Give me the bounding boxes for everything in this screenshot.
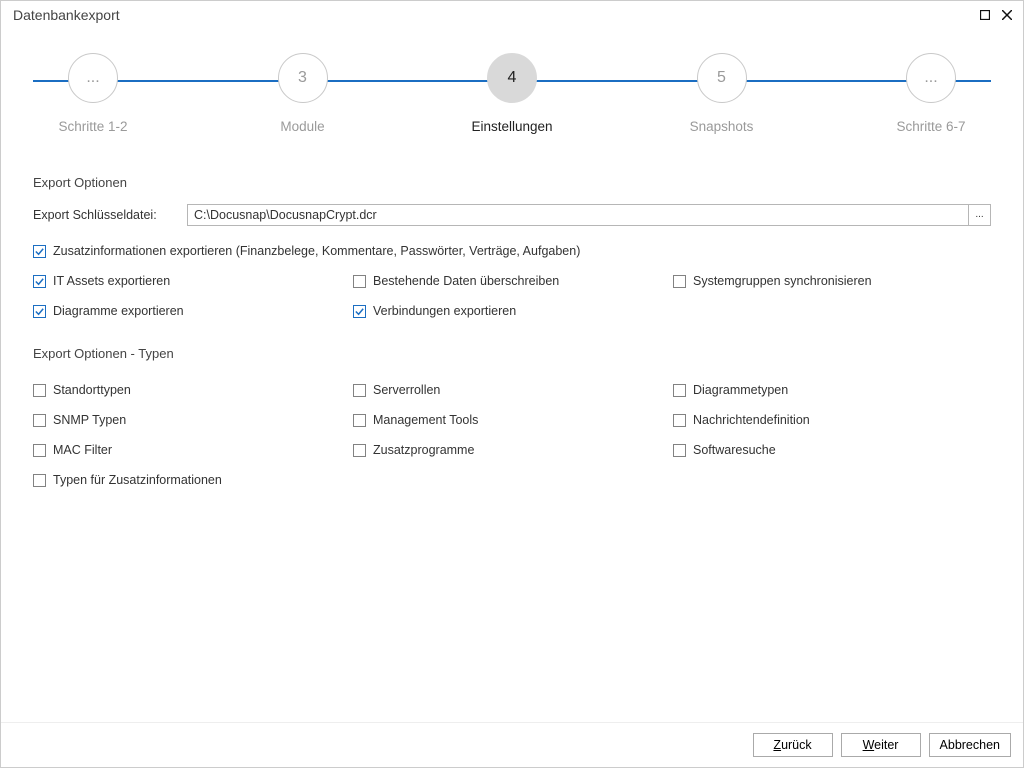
checkbox-softwaresuche[interactable]: Softwaresuche — [673, 443, 993, 457]
keyfile-label: Export Schlüsseldatei: — [33, 208, 187, 222]
step-module[interactable]: 3 Module — [243, 53, 363, 134]
checkbox-mac-filter[interactable]: MAC Filter — [33, 443, 353, 457]
keyfile-browse-button[interactable]: ... — [969, 204, 991, 226]
checkbox-nachrichtendefinition[interactable]: Nachrichtendefinition — [673, 413, 993, 427]
next-button[interactable]: Weiter — [841, 733, 921, 757]
step-6-7[interactable]: ... Schritte 6-7 — [871, 53, 991, 134]
maximize-icon[interactable] — [977, 7, 993, 23]
close-icon[interactable] — [999, 7, 1015, 23]
section-export-typen: Export Optionen - Typen — [33, 346, 991, 361]
wizard-stepper: ... Schritte 1-2 3 Module 4 Einstellunge… — [33, 53, 991, 153]
step-einstellungen[interactable]: 4 Einstellungen — [452, 53, 572, 134]
checkbox-zusatzprogramme[interactable]: Zusatzprogramme — [353, 443, 673, 457]
checkbox-management-tools[interactable]: Management Tools — [353, 413, 673, 427]
cancel-button[interactable]: Abbrechen — [929, 733, 1011, 757]
checkbox-snmp-typen[interactable]: SNMP Typen — [33, 413, 353, 427]
keyfile-input[interactable] — [187, 204, 969, 226]
checkbox-diagrammetypen[interactable]: Diagrammetypen — [673, 383, 993, 397]
checkbox-standorttypen[interactable]: Standorttypen — [33, 383, 353, 397]
checkbox-bestehende-daten[interactable]: Bestehende Daten überschreiben — [353, 274, 673, 288]
checkbox-zusatzinfo-typen[interactable]: Typen für Zusatzinformationen — [33, 473, 353, 487]
window-title: Datenbankexport — [9, 7, 971, 23]
checkbox-diagramme[interactable]: Diagramme exportieren — [33, 304, 353, 318]
step-1-2[interactable]: ... Schritte 1-2 — [33, 53, 153, 134]
step-snapshots[interactable]: 5 Snapshots — [662, 53, 782, 134]
checkbox-serverrollen[interactable]: Serverrollen — [353, 383, 673, 397]
checkbox-verbindungen[interactable]: Verbindungen exportieren — [353, 304, 673, 318]
section-export-optionen: Export Optionen — [33, 175, 991, 190]
checkbox-it-assets[interactable]: IT Assets exportieren — [33, 274, 353, 288]
checkbox-zusatzinformationen[interactable]: Zusatzinformationen exportieren (Finanzb… — [33, 244, 993, 258]
checkbox-systemgruppen[interactable]: Systemgruppen synchronisieren — [673, 274, 993, 288]
back-button[interactable]: Zurück — [753, 733, 833, 757]
